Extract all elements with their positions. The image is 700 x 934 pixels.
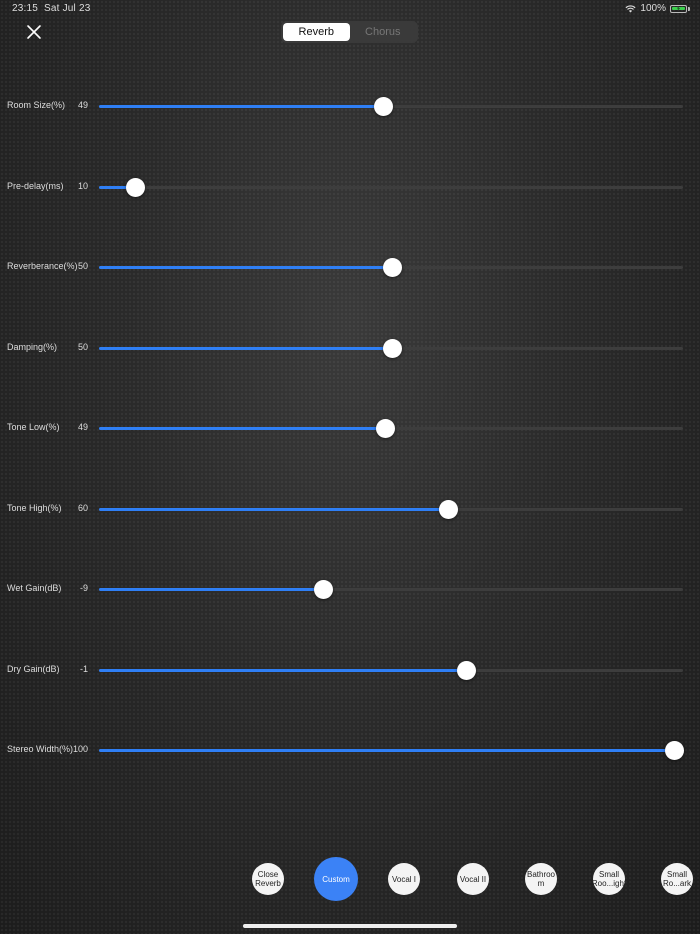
slider-row-stereo-width: Stereo Width(%) 100	[0, 739, 700, 763]
status-time-date: 23:15 Sat Jul 23	[12, 3, 90, 14]
slider-fill	[99, 427, 386, 430]
slider-thumb[interactable]	[438, 500, 458, 519]
slider-value: 49	[77, 422, 88, 432]
status-bar: 23:15 Sat Jul 23 100% ⚡	[0, 0, 700, 16]
slider-row-room-size: Room Size(%) 49	[0, 95, 700, 119]
battery-percent: 100%	[640, 3, 666, 14]
slider-value: -9	[79, 583, 88, 593]
slider-row-reverberance: Reverberance(%) 50	[0, 256, 700, 280]
preset-bathroo-m[interactable]: Bathroo m	[525, 863, 557, 895]
slider-track-reverberance[interactable]	[99, 258, 683, 277]
slider-value: 100	[72, 744, 88, 754]
slider-label: Room Size(%)	[7, 100, 66, 110]
slider-fill	[99, 749, 675, 752]
tab-reverb[interactable]: Reverb	[283, 23, 350, 41]
preset-vocal-ii[interactable]: Vocal II	[457, 863, 489, 895]
battery-icon: ⚡	[670, 4, 687, 13]
wifi-icon	[625, 4, 636, 13]
slider-row-damping: Damping(%) 50	[0, 337, 700, 361]
tab-chorus[interactable]: Chorus	[350, 23, 417, 41]
slider-track-room-size[interactable]	[99, 97, 683, 116]
slider-fill	[99, 669, 467, 672]
slider-value: 49	[77, 100, 88, 110]
slider-value: -1	[79, 664, 88, 674]
slider-thumb[interactable]	[313, 580, 333, 599]
home-indicator	[243, 924, 457, 928]
slider-track-wet-gain[interactable]	[99, 580, 683, 599]
slider-row-tone-low: Tone Low(%) 49	[0, 417, 700, 441]
slider-track-tone-high[interactable]	[99, 500, 683, 519]
slider-fill	[99, 347, 393, 350]
slider-thumb[interactable]	[126, 178, 146, 197]
slider-label: Tone High(%)	[7, 503, 62, 513]
slider-row-dry-gain: Dry Gain(dB) -1	[0, 659, 700, 683]
slider-label: Wet Gain(dB)	[7, 583, 62, 593]
preset-small-roo-ight[interactable]: Small Roo...ight	[593, 863, 625, 895]
slider-value: 60	[77, 503, 88, 513]
slider-fill	[99, 588, 324, 591]
slider-thumb[interactable]	[382, 339, 402, 358]
slider-value: 10	[77, 181, 88, 191]
slider-label: Tone Low(%)	[7, 422, 60, 432]
slider-fill	[99, 508, 449, 511]
effect-tab-control: Reverb Chorus	[281, 21, 418, 43]
preset-bar: Close Reverb Custom Vocal I Vocal II Bathroo…	[0, 857, 700, 901]
slider-thumb[interactable]	[665, 741, 685, 760]
slider-thumb[interactable]	[374, 97, 394, 116]
preset-small-ro-ark[interactable]: Small Ro...ark	[661, 863, 693, 895]
slider-track-damping[interactable]	[99, 339, 683, 358]
preset-vocal-i[interactable]: Vocal I	[388, 863, 420, 895]
slider-fill	[99, 266, 393, 269]
slider-fill	[99, 105, 384, 108]
close-icon	[27, 25, 41, 39]
close-button[interactable]	[22, 20, 46, 44]
slider-value: 50	[77, 261, 88, 271]
slider-row-pre-delay: Pre-delay(ms) 10	[0, 176, 700, 200]
slider-label: Pre-delay(ms)	[7, 181, 64, 191]
slider-thumb[interactable]	[382, 258, 402, 277]
slider-thumb[interactable]	[457, 661, 477, 680]
slider-label: Dry Gain(dB)	[7, 664, 60, 674]
battery-tip	[688, 6, 690, 11]
slider-track-dry-gain[interactable]	[99, 661, 683, 680]
preset-custom[interactable]: Custom	[314, 857, 358, 901]
slider-track-stereo-width[interactable]	[99, 741, 685, 760]
slider-value: 50	[77, 342, 88, 352]
slider-thumb[interactable]	[376, 419, 396, 438]
slider-row-tone-high: Tone High(%) 60	[0, 498, 700, 522]
status-indicators: 100% ⚡	[625, 3, 690, 14]
slider-track-tone-low[interactable]	[99, 419, 683, 438]
status-time: 23:15	[12, 3, 39, 14]
slider-row-wet-gain: Wet Gain(dB) -9	[0, 578, 700, 602]
status-date: Sat Jul 23	[44, 3, 91, 14]
slider-label: Damping(%)	[7, 342, 58, 352]
slider-track-pre-delay[interactable]	[99, 178, 683, 197]
preset-close-reverb[interactable]: Close Reverb	[252, 863, 284, 895]
